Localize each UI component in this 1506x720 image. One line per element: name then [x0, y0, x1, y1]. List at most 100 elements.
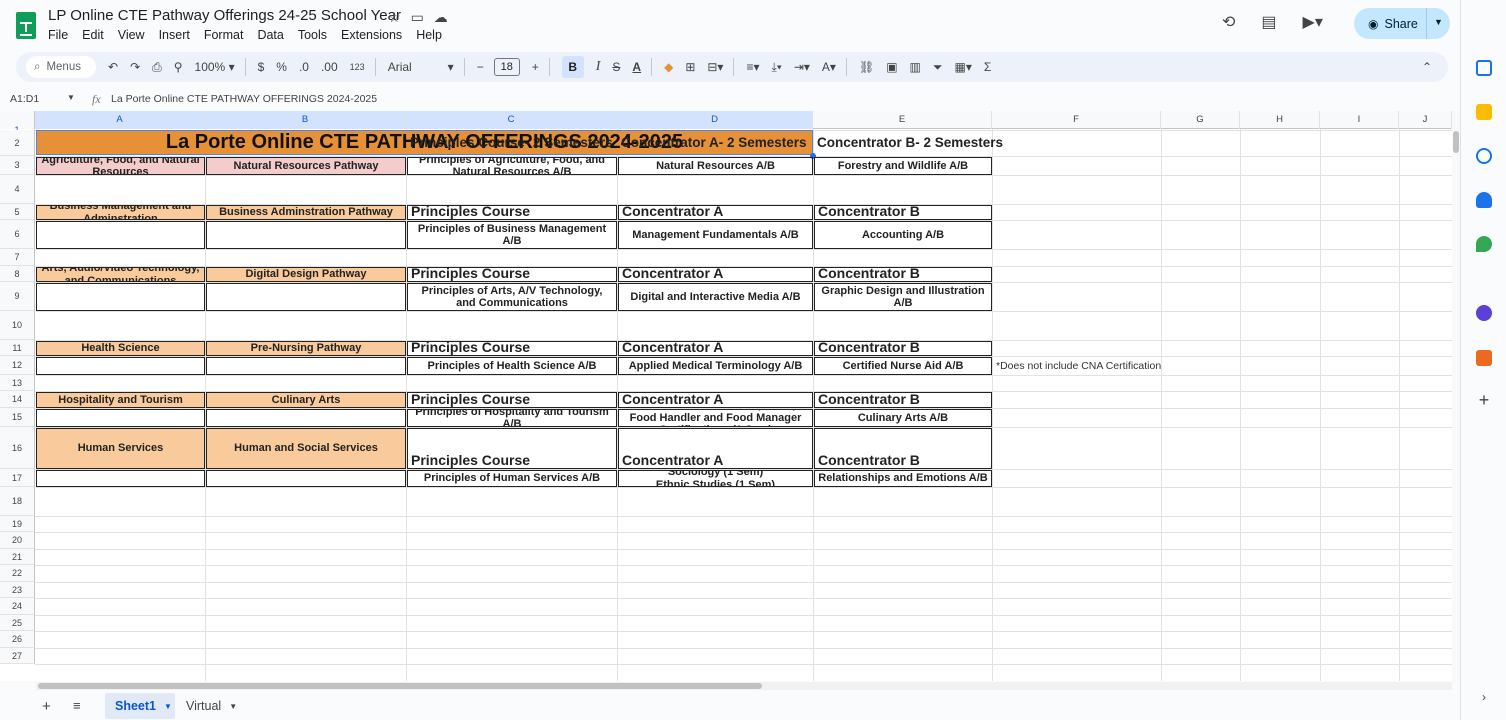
row-header[interactable]: 9 — [0, 282, 35, 311]
decrease-decimal-button[interactable]: .0 — [299, 60, 309, 74]
cloud-status-icon[interactable]: ☁ — [434, 9, 448, 26]
font-select[interactable]: Arial ▾ — [388, 60, 454, 74]
course-cell[interactable]: Applied Medical Terminology A/B — [618, 357, 813, 375]
spreadsheet-grid[interactable]: ABCDEFGHIJ 12345678910111213141516171819… — [0, 111, 1452, 681]
row-header[interactable]: 7 — [0, 249, 35, 266]
course-cell[interactable]: Principles of Health Science A/B — [407, 357, 617, 375]
pathway-cell[interactable]: Human and Social Services — [206, 428, 406, 469]
row-header[interactable]: 19 — [0, 516, 35, 532]
course-cell[interactable]: Culinary Arts A/B — [814, 409, 992, 427]
row-header[interactable]: 10 — [0, 311, 35, 340]
row-header[interactable]: 3 — [0, 156, 35, 175]
zoom-select[interactable]: 100% ▾ — [195, 60, 235, 74]
column-header[interactable]: D — [617, 111, 813, 129]
column-header[interactable]: I — [1320, 111, 1399, 129]
row-header[interactable]: 20 — [0, 532, 35, 549]
vertical-scroll-thumb[interactable] — [1453, 131, 1459, 153]
pathway-cell[interactable]: Business Adminstration Pathway — [206, 205, 406, 220]
empty-cell[interactable] — [206, 283, 406, 311]
concentrator-a-heading[interactable]: Concentrator A — [618, 267, 813, 282]
font-size-input[interactable]: 18 — [493, 58, 520, 76]
course-cell[interactable]: Principles of Human Services A/B — [407, 470, 617, 487]
principles-course-heading[interactable]: Principles Course — [407, 392, 617, 408]
number-format-button[interactable]: 123 — [350, 62, 365, 72]
increase-font-size-icon[interactable]: + — [532, 60, 539, 74]
row-header[interactable]: 13 — [0, 375, 35, 391]
chevron-down-icon[interactable]: ▼ — [229, 702, 237, 711]
text-rotation-icon[interactable]: A▾ — [822, 60, 836, 74]
menu-data[interactable]: Data — [257, 28, 283, 42]
column-heading-concentrator-a[interactable]: Concentrator A- 2 Semesters — [618, 131, 813, 156]
menu-view[interactable]: View — [118, 28, 145, 42]
italic-button[interactable]: I — [596, 59, 601, 75]
insert-comment-icon[interactable]: ▣ — [886, 60, 897, 74]
redo-icon[interactable]: ↷ — [130, 60, 140, 74]
row-header[interactable]: 24 — [0, 598, 35, 615]
text-color-icon[interactable]: A — [632, 60, 641, 74]
insert-link-icon[interactable]: ⛓ — [859, 60, 874, 74]
row-header[interactable]: 17 — [0, 469, 35, 487]
column-header[interactable]: C — [406, 111, 617, 129]
tab-sheet1[interactable]: Sheet1 ▼ — [105, 693, 175, 719]
comments-icon[interactable]: ▤ — [1261, 12, 1276, 32]
keep-icon[interactable] — [1476, 104, 1492, 120]
column-header[interactable]: F — [992, 111, 1161, 129]
formula-input[interactable]: La Porte Online CTE PATHWAY OFFERINGS 20… — [111, 93, 377, 105]
row-header[interactable]: 26 — [0, 631, 35, 648]
fill-color-icon[interactable]: ◆ — [664, 60, 673, 74]
all-sheets-icon[interactable]: ≡ — [73, 698, 81, 713]
expand-panel-icon[interactable]: › — [1476, 690, 1492, 706]
row-header[interactable]: 8 — [0, 266, 35, 282]
print-icon[interactable]: ⎙ — [152, 60, 162, 75]
course-cell[interactable]: Forestry and Wildlife A/B — [814, 157, 992, 175]
add-sheet-icon[interactable]: + — [42, 698, 51, 715]
row-header[interactable]: 23 — [0, 582, 35, 598]
tab-virtual[interactable]: Virtual ▼ — [176, 693, 246, 719]
row-header[interactable]: 22 — [0, 565, 35, 582]
addon-icon[interactable] — [1476, 305, 1492, 321]
bold-button[interactable]: B — [561, 56, 584, 78]
concentrator-a-heading[interactable]: Concentrator A — [618, 428, 813, 469]
insert-chart-icon[interactable]: ▥ — [910, 60, 921, 74]
chevron-down-icon[interactable]: ▼ — [164, 702, 172, 711]
vertical-align-icon[interactable]: ⤓▾ — [771, 60, 781, 75]
vertical-scrollbar[interactable] — [1452, 111, 1460, 681]
menu-edit[interactable]: Edit — [82, 28, 104, 42]
course-cell[interactable]: Graphic Design and Illustration A/B — [814, 283, 992, 311]
row-header[interactable]: 6 — [0, 220, 35, 249]
row-header[interactable]: 12 — [0, 356, 35, 375]
column-heading-principles[interactable]: Principles Course- 2 Semesters — [407, 131, 617, 156]
course-cell[interactable]: Principles of Business Management A/B — [407, 221, 617, 249]
course-cell[interactable]: Principles of Hospitality and Tourism A/… — [407, 409, 617, 427]
horizontal-scroll-thumb[interactable] — [38, 683, 762, 689]
concentrator-b-heading[interactable]: Concentrator B — [814, 428, 992, 469]
star-icon[interactable]: ☆ — [388, 9, 401, 26]
column-heading-concentrator-b[interactable]: Concentrator B- 2 Semesters — [814, 131, 1003, 156]
concentrator-a-heading[interactable]: Concentrator A — [618, 341, 813, 356]
row-header[interactable]: 16 — [0, 427, 35, 469]
course-cell[interactable]: Principles of Agriculture, Food, and Nat… — [407, 157, 617, 175]
currency-format-button[interactable]: $ — [258, 60, 265, 74]
course-cell[interactable]: Accounting A/B — [814, 221, 992, 249]
share-button[interactable]: ◉ Share ▼ — [1354, 8, 1450, 39]
row-header[interactable]: 4 — [0, 175, 35, 204]
concentrator-a-heading[interactable]: Concentrator A — [618, 205, 813, 220]
column-header[interactable]: A — [35, 111, 205, 129]
empty-cell[interactable] — [36, 283, 205, 311]
column-header[interactable]: G — [1161, 111, 1240, 129]
maps-icon[interactable] — [1476, 236, 1492, 252]
certification-note[interactable]: *Does not include CNA Certification — [993, 357, 1161, 375]
text-wrap-icon[interactable]: ⇥▾ — [794, 60, 810, 74]
empty-cell[interactable] — [206, 221, 406, 249]
menu-insert[interactable]: Insert — [159, 28, 190, 42]
empty-cell[interactable] — [36, 409, 205, 427]
functions-icon[interactable]: Σ — [984, 60, 991, 74]
pathway-cell[interactable]: Pre-Nursing Pathway — [206, 341, 406, 356]
share-dropdown-icon[interactable]: ▼ — [1434, 17, 1443, 27]
merge-cells-icon[interactable]: ⊟▾ — [707, 60, 723, 74]
empty-cell[interactable] — [206, 409, 406, 427]
concentrator-a-heading[interactable]: Concentrator A — [618, 392, 813, 408]
menu-tools[interactable]: Tools — [298, 28, 327, 42]
row-header[interactable]: 27 — [0, 648, 35, 664]
principles-course-heading[interactable]: Principles Course — [407, 341, 617, 356]
